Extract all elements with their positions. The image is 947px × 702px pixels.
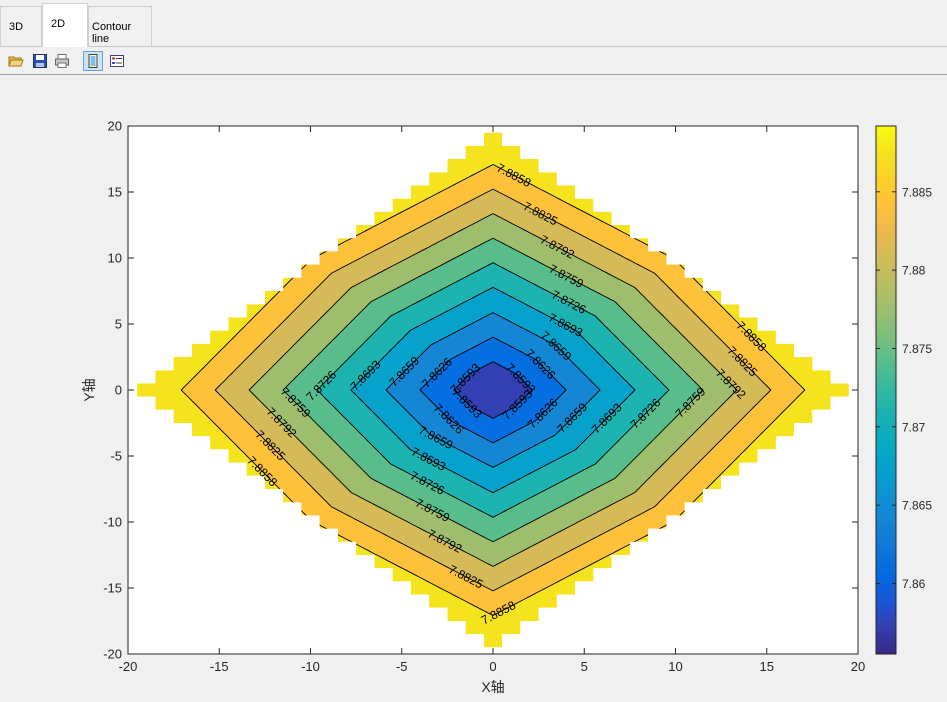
- save-button[interactable]: [30, 51, 50, 71]
- colorbar-tick-label: 7.86: [902, 577, 926, 591]
- colorbar-tick-label: 7.865: [902, 499, 932, 513]
- x-tick-label: 20: [851, 659, 865, 674]
- toolbar: [0, 48, 947, 75]
- colorbar-tick-label: 7.875: [902, 342, 932, 356]
- x-tick-label: -15: [210, 659, 229, 674]
- tab-2d[interactable]: 2D: [42, 3, 88, 47]
- x-tick-label: 10: [668, 659, 682, 674]
- legend-button[interactable]: [107, 51, 127, 71]
- y-axis-label: Y轴: [81, 378, 97, 401]
- y-tick-label: -15: [103, 581, 122, 596]
- y-tick-label: -5: [110, 449, 122, 464]
- print-button[interactable]: [52, 51, 72, 71]
- colorbar-tick-label: 7.88: [902, 264, 926, 278]
- tab-label: Contour line: [92, 21, 132, 45]
- legend-icon: [110, 55, 124, 67]
- y-tick-label: 15: [108, 185, 122, 200]
- toggle-view-icon: [88, 54, 98, 68]
- contour-chart[interactable]: 7.85937.85937.8593 7.85937.86267.86267.86…: [6, 76, 947, 697]
- x-tick-label: -10: [301, 659, 320, 674]
- x-tick-label: 5: [581, 659, 588, 674]
- y-tick-label: 10: [108, 251, 122, 266]
- tab-label: 3D: [9, 21, 24, 33]
- save-icon: [33, 54, 47, 68]
- x-tick-label: 0: [489, 659, 496, 674]
- x-axis-label: X轴: [481, 679, 504, 695]
- toggle-view-button[interactable]: [83, 51, 103, 71]
- tab-label: 2D: [51, 18, 66, 30]
- y-tick-label: -10: [103, 515, 122, 530]
- print-icon: [55, 54, 69, 68]
- figure-area: 7.8593 7.8593 7.8593 7.8593 7.8626 7.8626 7.86…: [6, 76, 947, 697]
- y-tick-label: 0: [115, 383, 122, 398]
- tab-3d[interactable]: 3D: [0, 6, 42, 46]
- x-tick-label: 15: [760, 659, 774, 674]
- open-button[interactable]: [6, 51, 26, 71]
- colorbar: 7.86 7.865 7.87 7.875 7.88 7.885: [875, 125, 932, 655]
- tab-bar: 3D 2D Contour line: [0, 0, 947, 47]
- colorbar-tick-label: 7.885: [902, 185, 932, 199]
- y-tick-label: 20: [108, 119, 122, 134]
- x-tick-label: -5: [396, 659, 408, 674]
- tab-contour-line[interactable]: Contour line: [88, 6, 152, 46]
- colorbar-gradient: [875, 125, 897, 655]
- y-tick-label: 5: [115, 317, 122, 332]
- y-tick-label: -20: [103, 647, 122, 662]
- colorbar-tick-label: 7.87: [902, 420, 926, 434]
- open-folder-icon: [8, 56, 24, 67]
